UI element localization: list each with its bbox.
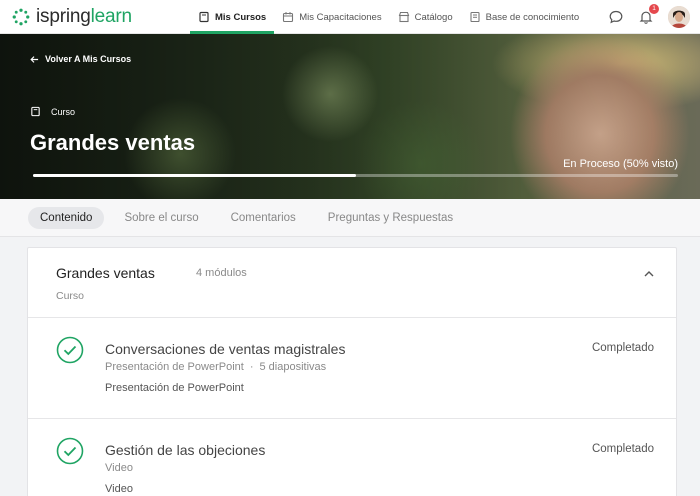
topbar-actions: 1	[608, 0, 690, 34]
item-title: Gestión de las objeciones	[105, 442, 266, 458]
top-bar: ispringlearn Mis Cursos Mis Capacitacion…	[0, 0, 700, 34]
calendar-icon	[283, 12, 294, 23]
course-type-text: Curso	[51, 106, 76, 117]
book-icon	[199, 11, 209, 23]
chat-button[interactable]	[608, 9, 624, 25]
avatar[interactable]	[668, 6, 690, 28]
item-meta: Presentación de PowerPoint · 5 diapositi…	[105, 361, 326, 373]
progress-status: En Proceso (50% visto)	[563, 158, 678, 170]
nav-label: Catálogo	[414, 11, 453, 23]
course-title: Grandes ventas	[30, 130, 196, 155]
progress-bar	[33, 174, 678, 177]
course-type-label: Curso	[30, 106, 75, 117]
item-status: Completado	[591, 342, 654, 354]
tab-preguntas-y-respuestas[interactable]: Preguntas y Respuestas	[316, 207, 465, 229]
item-status: Completado	[591, 443, 654, 455]
nav-base-de-conocimiento[interactable]: Base de conocimiento	[461, 0, 587, 34]
course-content-card: Grandes ventas 4 módulos Curso Conversac…	[27, 247, 677, 496]
nav-label: Base de conocimiento	[485, 11, 580, 23]
module-count: 4 módulos	[196, 267, 247, 279]
logo-text: ispringlearn	[36, 6, 132, 27]
item-meta: Video	[105, 462, 133, 474]
list-item[interactable]: Conversaciones de ventas magistrales Pre…	[28, 319, 676, 419]
back-to-my-courses-link[interactable]: Volver A Mis Cursos	[30, 54, 131, 64]
item-title: Conversaciones de ventas magistrales	[105, 341, 346, 357]
user-avatar-icon	[668, 6, 690, 28]
nav-label: Mis Cursos	[215, 11, 267, 23]
item-type: Presentación de PowerPoint	[105, 361, 244, 373]
course-tabs: Contenido Sobre el curso Comentarios Pre…	[0, 199, 700, 237]
notifications-button[interactable]: 1	[638, 4, 659, 25]
tab-sobre-el-curso[interactable]: Sobre el curso	[112, 207, 210, 229]
item-description: Presentación de PowerPoint	[105, 382, 244, 394]
back-link-label: Volver A Mis Cursos	[45, 54, 132, 64]
store-icon	[398, 11, 409, 23]
nav-mis-capacitaciones[interactable]: Mis Capacitaciones	[274, 0, 389, 34]
nav-label: Mis Capacitaciones	[299, 11, 382, 23]
arrow-left-icon	[30, 55, 39, 63]
tab-comentarios[interactable]: Comentarios	[219, 207, 308, 229]
notification-badge: 1	[649, 4, 659, 14]
tab-contenido[interactable]: Contenido	[28, 206, 105, 229]
course-header[interactable]: Grandes ventas 4 módulos Curso	[28, 248, 676, 318]
chevron-up-icon[interactable]	[642, 267, 656, 281]
check-circle-icon	[56, 336, 84, 364]
logo-burst-icon	[12, 8, 30, 26]
course-content-type: Curso	[56, 290, 85, 302]
nav-mis-cursos[interactable]: Mis Cursos	[190, 0, 275, 34]
item-type: Video	[105, 462, 133, 474]
chat-icon	[609, 10, 623, 24]
item-slide-count: 5 diapositivas	[259, 361, 327, 373]
list-item[interactable]: Gestión de las objeciones Video Video Co…	[28, 420, 676, 496]
item-description: Video	[105, 483, 133, 495]
nav-catalogo[interactable]: Catálogo	[390, 0, 461, 34]
course-hero-banner: Volver A Mis Cursos Curso Grandes ventas…	[0, 34, 700, 199]
book-icon	[31, 106, 40, 117]
ispring-learn-logo[interactable]: ispringlearn	[12, 6, 132, 28]
course-content-title: Grandes ventas	[56, 265, 155, 281]
knowledge-icon	[470, 11, 480, 23]
check-circle-icon	[56, 437, 84, 465]
progress-bar-fill	[33, 174, 356, 177]
main-nav: Mis Cursos Mis Capacitaciones Catálogo B…	[190, 0, 587, 34]
meta-separator: ·	[249, 361, 254, 373]
